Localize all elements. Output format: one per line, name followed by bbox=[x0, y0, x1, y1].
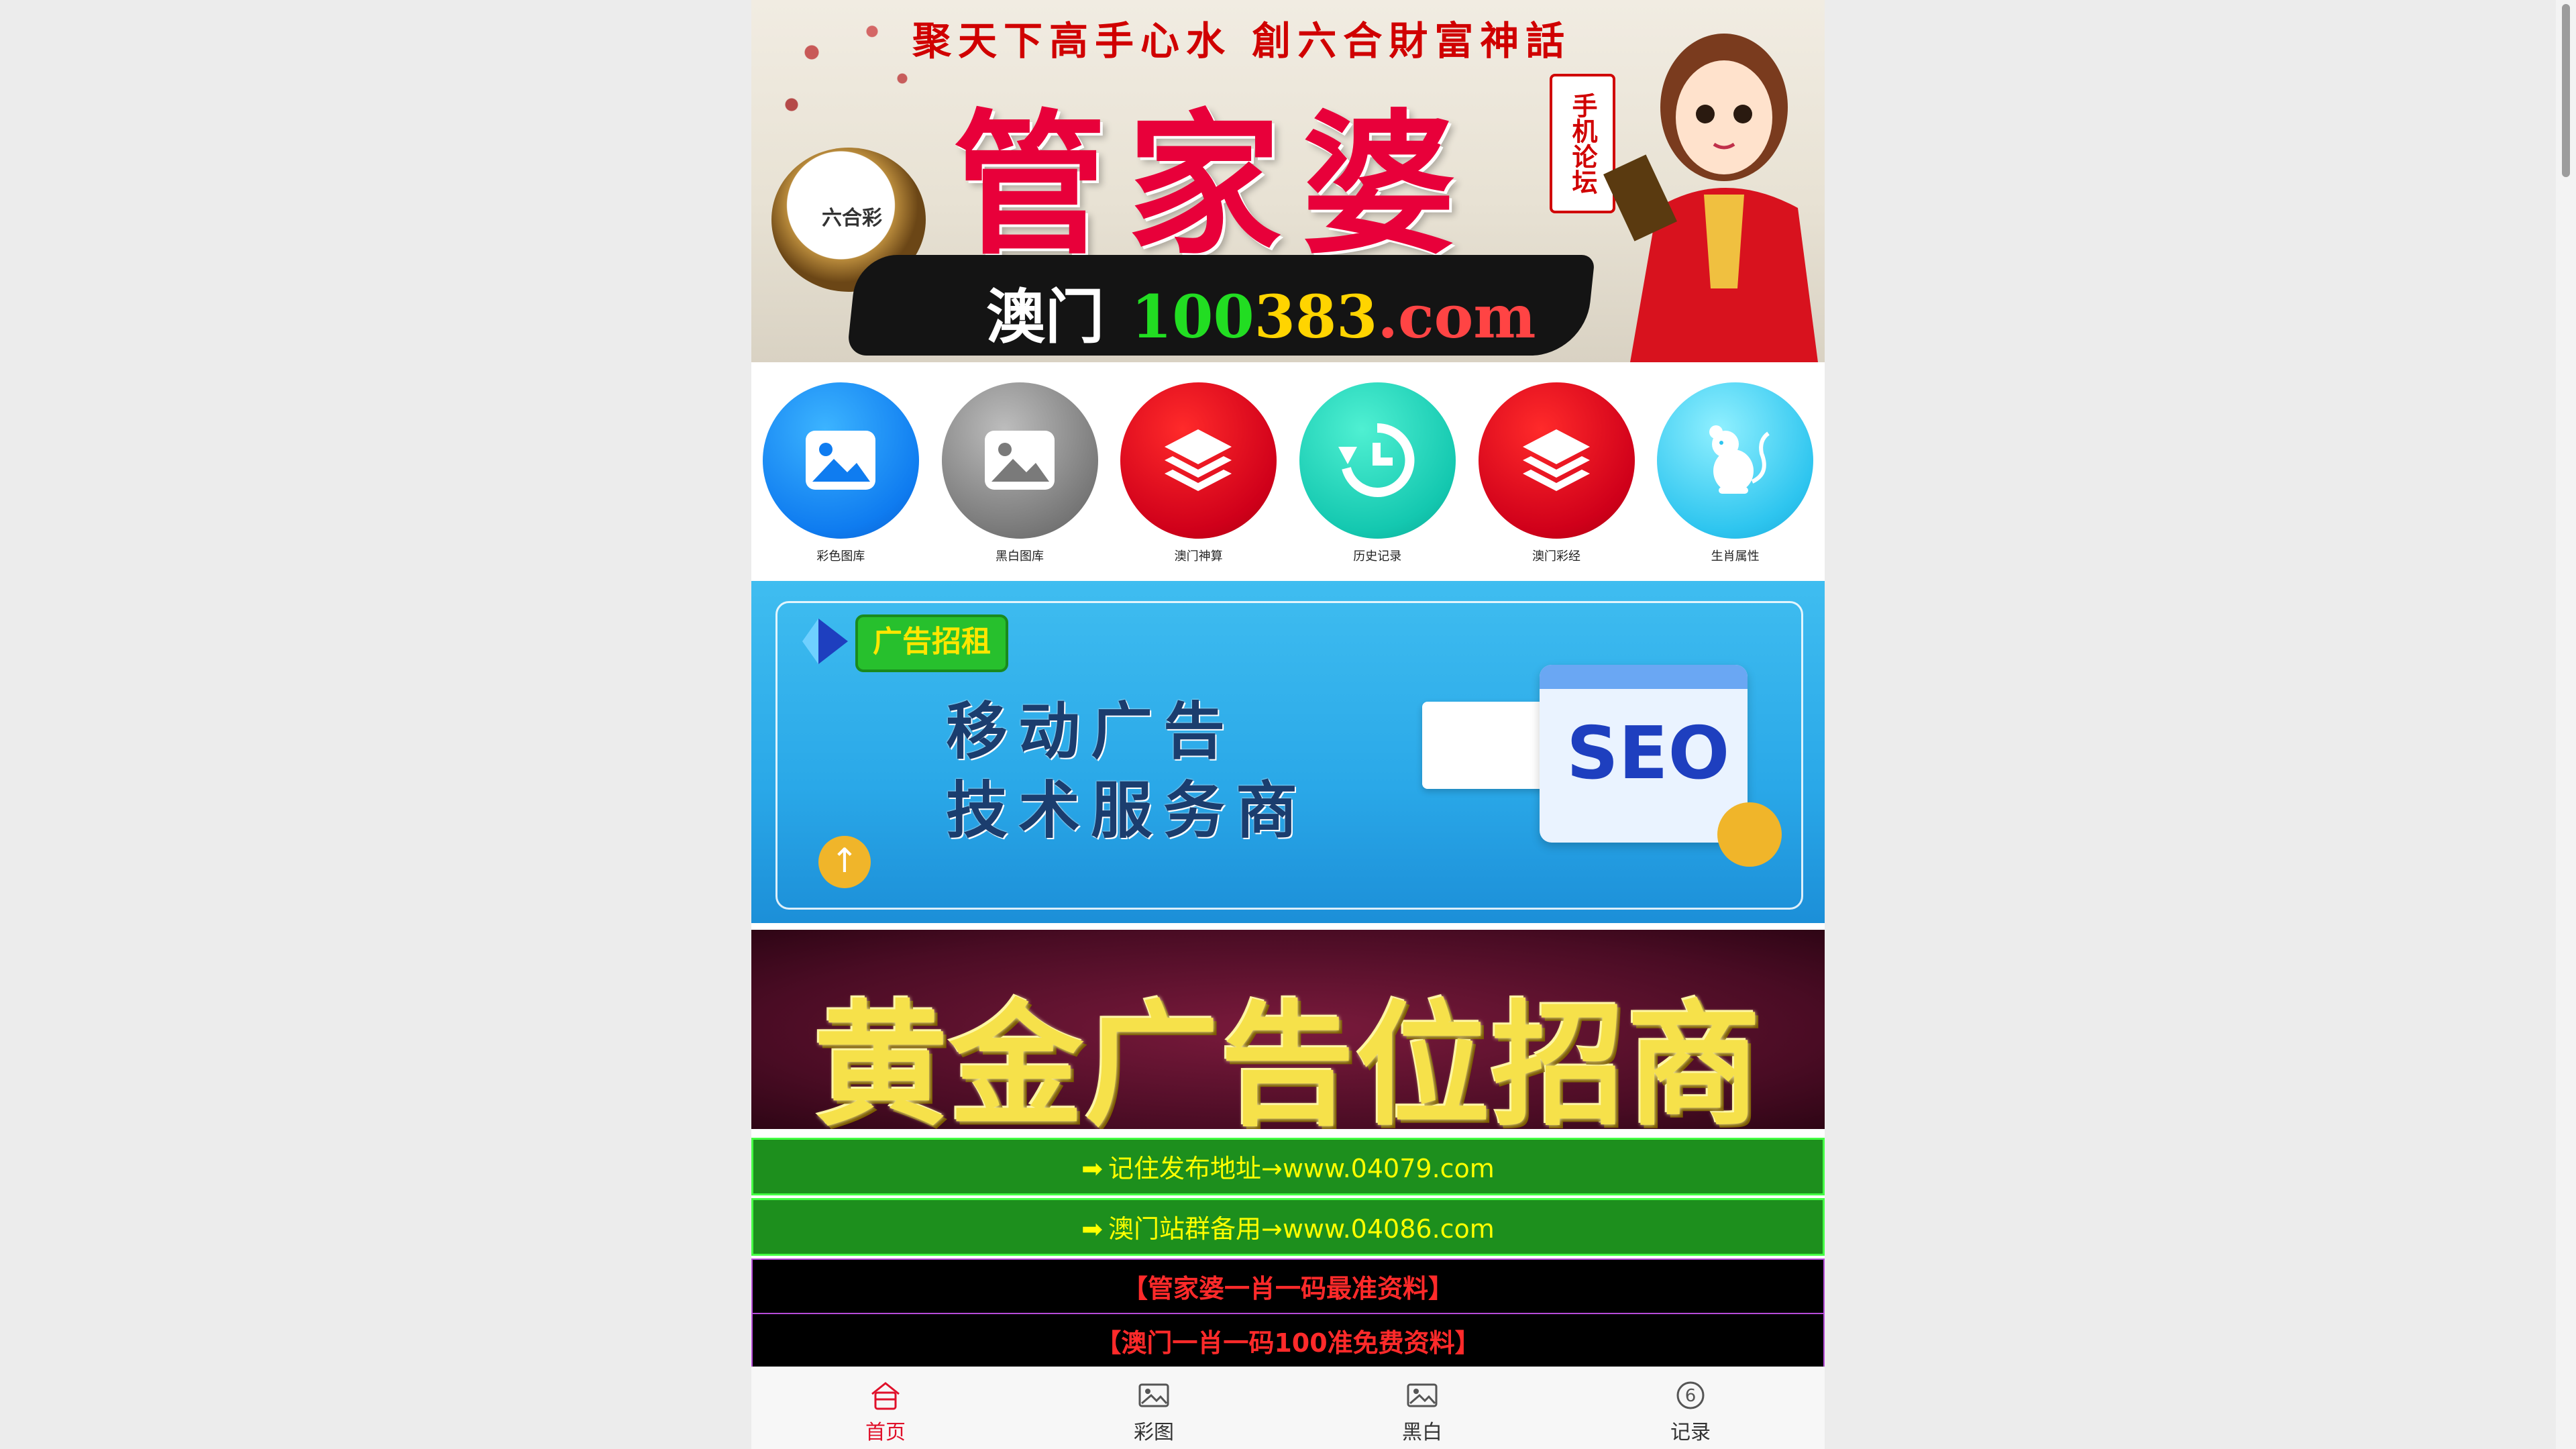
nav-label: 彩图 bbox=[1134, 1421, 1174, 1444]
menu-item-label: 澳门彩经 bbox=[1532, 549, 1580, 564]
lottery-logo-text: 六合彩 bbox=[822, 207, 882, 230]
nav-item-bw-images[interactable]: 黑白 bbox=[1288, 1367, 1556, 1449]
link-publish-address[interactable]: ➡ 记住发布地址→www.04079.com bbox=[751, 1138, 1825, 1195]
banner-url-num1: 100 bbox=[1131, 282, 1254, 352]
menu-item-label: 黑白图库 bbox=[995, 549, 1044, 564]
link-backup-site[interactable]: ➡ 澳门站群备用→www.04086.com bbox=[751, 1198, 1825, 1256]
home-icon bbox=[871, 1382, 900, 1410]
rat-icon bbox=[1657, 382, 1814, 539]
menu-item-macau-calc[interactable]: 澳门神算 bbox=[1109, 366, 1288, 570]
menu-item-zodiac[interactable]: 生肖属性 bbox=[1646, 366, 1825, 570]
ad-headline-1: 移动广告 bbox=[946, 696, 1236, 767]
menu-item-bw-gallery[interactable]: 黑白图库 bbox=[930, 366, 1110, 570]
banner-title: 管家婆 bbox=[953, 95, 1477, 276]
menu-item-color-gallery[interactable]: 彩色图库 bbox=[751, 366, 930, 570]
link-text: 澳门站群备用→www.04086.com bbox=[1108, 1214, 1495, 1244]
link-guanjiapo-data[interactable]: 【管家婆一肖一码最准资料】 bbox=[751, 1258, 1825, 1316]
link-text: 【澳门一肖一码100准免费资料】 bbox=[1095, 1328, 1481, 1358]
nav-label: 记录 bbox=[1670, 1421, 1711, 1444]
ad-banner-gold-slot[interactable]: 黄金广告位招商 bbox=[751, 930, 1825, 1129]
menu-item-label: 历史记录 bbox=[1353, 549, 1402, 564]
nav-label: 黑白 bbox=[1402, 1421, 1442, 1444]
link-text: 记住发布地址→www.04079.com bbox=[1108, 1154, 1495, 1183]
layers-icon bbox=[1478, 382, 1635, 539]
menu-item-label: 彩色图库 bbox=[816, 549, 865, 564]
gold-ad-text: 黄金广告位招商 bbox=[813, 987, 1762, 1129]
nav-item-home[interactable]: 首页 bbox=[751, 1367, 1020, 1449]
record-6-icon: 6 bbox=[1676, 1381, 1705, 1409]
header-banner[interactable]: 聚天下高手心水 創六合財富神話 六合彩 管家婆 手机论坛 澳门 100383.co… bbox=[751, 0, 1825, 362]
image-icon bbox=[1407, 1383, 1438, 1407]
banner-url[interactable]: 澳门 100383.com bbox=[986, 270, 1536, 355]
image-icon bbox=[941, 382, 1098, 539]
seo-text: SEO bbox=[1566, 712, 1730, 796]
ad-rent-badge: 广告招租 bbox=[855, 614, 1008, 672]
arrow-up-icon: ↑ bbox=[818, 836, 871, 888]
bottom-nav: 首页 彩图 黑白 6 记录 bbox=[751, 1366, 1825, 1449]
menu-item-label: 澳门神算 bbox=[1174, 549, 1223, 564]
menu-item-label: 生肖属性 bbox=[1711, 549, 1760, 564]
pointing-hand-icon: ➡ bbox=[1081, 1154, 1104, 1183]
menu-item-macau-classic[interactable]: 澳门彩经 bbox=[1467, 366, 1646, 570]
svg-text:6: 6 bbox=[1685, 1386, 1697, 1406]
browser-window-bar bbox=[1540, 665, 1748, 689]
brand-logo-icon bbox=[802, 619, 848, 664]
ad-banner-mobile-ads[interactable]: 广告招租 移动广告 技术服务商 SEO ↑ bbox=[751, 581, 1825, 923]
history-icon bbox=[1299, 382, 1456, 539]
nav-item-color-images[interactable]: 彩图 bbox=[1020, 1367, 1288, 1449]
banner-url-domain: .com bbox=[1377, 282, 1536, 352]
scrollbar-thumb[interactable] bbox=[2562, 4, 2570, 177]
page-scrollbar[interactable] bbox=[2556, 0, 2576, 1449]
image-icon bbox=[763, 382, 919, 539]
triangle-badge-icon bbox=[1717, 802, 1782, 867]
link-text: 【管家婆一肖一码最准资料】 bbox=[1122, 1274, 1454, 1303]
link-macau-free-data[interactable]: 【澳门一肖一码100准免费资料】 bbox=[751, 1313, 1825, 1371]
nav-item-records[interactable]: 6 记录 bbox=[1556, 1367, 1825, 1449]
banner-slogan: 聚天下高手心水 創六合財富神話 bbox=[912, 18, 1572, 64]
document-illustration bbox=[1422, 702, 1550, 789]
pointing-hand-icon: ➡ bbox=[1081, 1214, 1104, 1244]
nav-label: 首页 bbox=[865, 1421, 906, 1444]
mascot-girl-image bbox=[1603, 34, 1818, 362]
image-icon bbox=[1138, 1383, 1169, 1407]
page: 聚天下高手心水 創六合財富神話 六合彩 管家婆 手机论坛 澳门 100383.co… bbox=[751, 0, 1825, 1449]
icon-menu: 彩色图库 黑白图库 澳门神算 历史记录 澳门彩经 生肖属性 bbox=[751, 366, 1825, 570]
layers-icon bbox=[1120, 382, 1277, 539]
menu-item-history[interactable]: 历史记录 bbox=[1288, 366, 1467, 570]
ad-headline-2: 技术服务商 bbox=[946, 775, 1309, 847]
banner-url-num2: 383 bbox=[1254, 282, 1378, 352]
banner-url-city: 澳门 bbox=[986, 282, 1105, 352]
